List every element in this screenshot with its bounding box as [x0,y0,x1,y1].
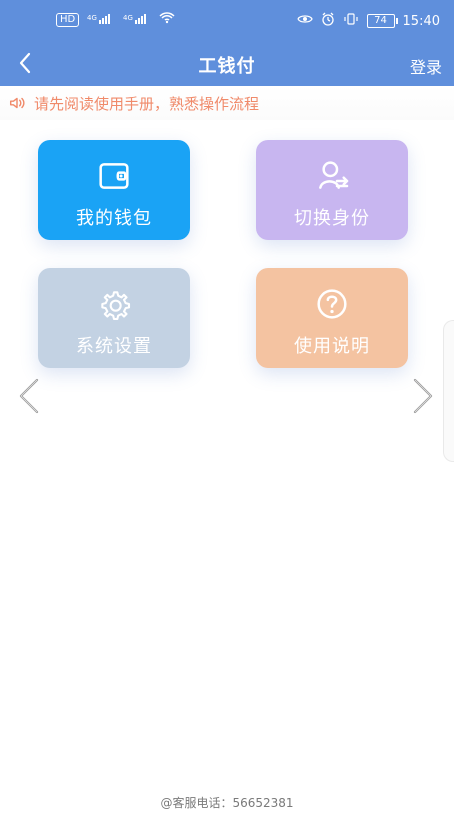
tile-switch-identity[interactable]: 切换身份 [256,140,408,240]
notice-text: 请先阅读使用手册，熟悉操作流程 [34,94,260,113]
switch-user-icon [319,161,349,189]
gear-icon [101,291,131,321]
tile-label: 使用说明 [294,336,370,357]
notice-bar: 请先阅读使用手册，熟悉操作流程 [0,86,454,120]
speaker-icon [9,97,25,109]
customer-service-phone: @客服电话：56652381 [160,796,294,810]
tile-user-guide[interactable]: 使用说明 [256,268,408,368]
login-button[interactable]: 登录 [410,54,442,78]
hd-indicator: HD [56,13,80,27]
page-title: 工钱付 [198,56,256,77]
network-type-2: 4G [123,14,133,22]
signal-icon: 4G [87,12,115,28]
signal-icon: 4G [123,12,151,28]
tile-label: 我的钱包 [76,208,152,229]
tile-system-settings[interactable]: 系统设置 [38,268,190,368]
edge-handle[interactable] [443,320,454,462]
battery-level: 74 [374,15,387,26]
wifi-icon [159,12,175,28]
top-bar: HD 4G 4G 74 15:40 工钱付 登录 [0,0,454,86]
tile-label: 切换身份 [294,208,370,229]
app-header: 工钱付 登录 [0,40,454,86]
wallet-icon [99,163,129,189]
previous-page-button[interactable] [8,372,48,420]
status-time: 15:40 [402,13,440,29]
vibrate-icon [343,13,359,29]
tile-my-wallet[interactable]: 我的钱包 [38,140,190,240]
status-left: HD 4G 4G [56,12,175,28]
network-type-1: 4G [87,14,97,22]
status-bar: HD 4G 4G 74 15:40 [0,0,454,40]
alarm-icon [321,12,335,30]
battery-indicator: 74 [366,14,398,28]
eye-icon [296,13,313,29]
status-right: 74 15:40 [296,12,440,30]
next-page-button[interactable] [404,372,444,420]
chevron-right-icon [413,378,433,414]
help-icon [317,289,347,319]
chevron-left-icon [19,378,39,414]
tile-label: 系统设置 [76,336,152,357]
